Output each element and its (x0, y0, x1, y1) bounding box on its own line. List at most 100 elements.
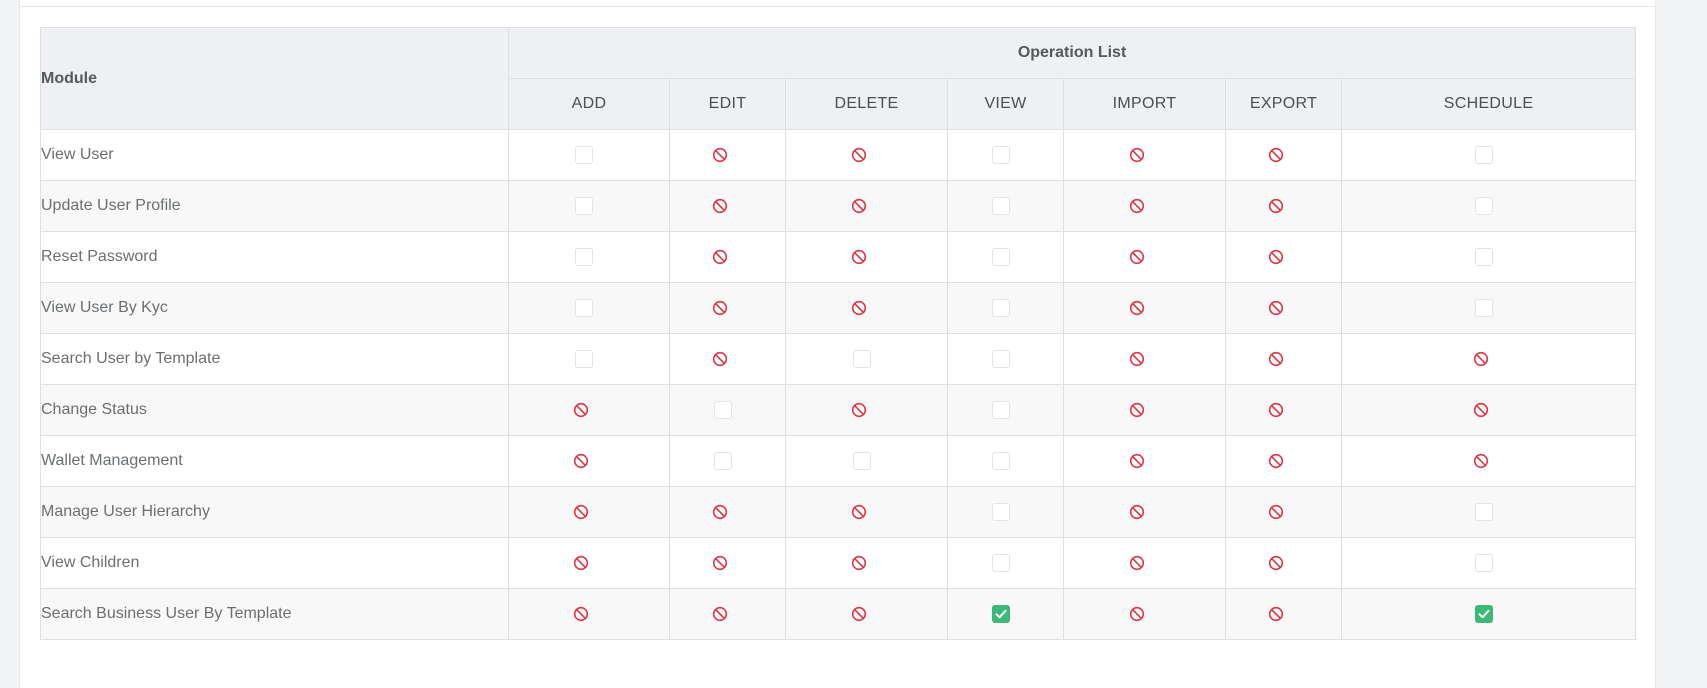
table-row: Search User by Template (40, 333, 1637, 385)
permission-checkbox-checked[interactable] (1474, 604, 1493, 623)
ban-icon (1473, 453, 1495, 469)
permission-checkbox[interactable] (991, 247, 1010, 266)
permission-checkbox[interactable] (991, 400, 1010, 419)
permission-checkbox[interactable] (852, 451, 871, 470)
checkbox-wrapper (990, 349, 1012, 368)
permissions-table: Module Operation List ADD EDIT DELETE VIEW I… (40, 27, 1637, 640)
permission-cell-import (1063, 282, 1226, 334)
checkbox-wrapper (990, 451, 1012, 470)
checkbox-wrapper (573, 196, 595, 215)
checkbox-wrapper (1473, 247, 1495, 266)
permission-cell-edit (669, 537, 786, 589)
permission-checkbox[interactable] (575, 196, 593, 215)
checkbox-wrapper (712, 451, 734, 470)
module-name: View Children (40, 537, 509, 589)
permission-cell-schedule (1340, 129, 1637, 181)
permission-cell-export (1225, 333, 1342, 385)
ban-icon (573, 402, 595, 418)
permission-checkbox[interactable] (1474, 553, 1493, 572)
ban-icon (1268, 351, 1290, 367)
ban-icon (1129, 249, 1151, 265)
permission-cell-add (508, 588, 670, 640)
operation-header-label: SCHEDULE (1443, 95, 1534, 112)
ban-icon (1129, 147, 1151, 163)
permission-checkbox[interactable] (575, 298, 593, 317)
permission-cell-add (508, 435, 670, 487)
permission-cell-edit (669, 588, 786, 640)
permission-cell-delete (785, 486, 948, 538)
permission-checkbox[interactable] (1474, 502, 1493, 521)
checkbox-wrapper (990, 145, 1012, 164)
permission-checkbox[interactable] (991, 349, 1010, 368)
table-row: Update User Profile (40, 180, 1637, 232)
permissions-body: View User Update User Profile Reset Passwo… (40, 129, 1637, 640)
permission-checkbox[interactable] (1474, 196, 1493, 215)
checkbox-wrapper (712, 400, 734, 419)
permission-checkbox[interactable] (852, 349, 871, 368)
table-row: View User (40, 129, 1637, 181)
table-row: Search Business User By Template (40, 588, 1637, 640)
permission-checkbox[interactable] (991, 196, 1010, 215)
checkbox-wrapper (573, 349, 595, 368)
permission-cell-edit (669, 129, 786, 181)
checkbox-wrapper (990, 400, 1012, 419)
permission-cell-edit (669, 333, 786, 385)
check-icon (1478, 609, 1490, 619)
permission-checkbox[interactable] (575, 145, 593, 164)
operation-header-label: ADD (571, 95, 607, 112)
permission-cell-import (1063, 588, 1226, 640)
operation-header-view: VIEW (947, 78, 1064, 130)
permission-checkbox[interactable] (575, 349, 593, 368)
permission-checkbox[interactable] (991, 502, 1010, 521)
permission-cell-schedule (1340, 231, 1637, 283)
checkbox-wrapper (1473, 196, 1495, 215)
permission-cell-add (508, 537, 670, 589)
ban-icon (851, 198, 873, 214)
permission-cell-view (947, 180, 1064, 232)
permission-checkbox[interactable] (713, 451, 732, 470)
permission-checkbox[interactable] (991, 298, 1010, 317)
permission-cell-export (1225, 282, 1342, 334)
permission-checkbox[interactable] (991, 145, 1010, 164)
permission-cell-export (1225, 486, 1342, 538)
permission-checkbox[interactable] (1474, 247, 1493, 266)
ban-icon (712, 555, 734, 571)
operation-header-delete: DELETE (785, 78, 948, 130)
permission-checkbox[interactable] (991, 451, 1010, 470)
checkbox-wrapper (573, 247, 595, 266)
ban-icon (1268, 402, 1290, 418)
table-row: Reset Password (40, 231, 1637, 283)
ban-icon (712, 198, 734, 214)
ban-icon (712, 300, 734, 316)
permission-cell-edit (669, 384, 786, 436)
ban-icon (573, 453, 595, 469)
permission-cell-edit (669, 435, 786, 487)
operation-list-header: Operation List (507, 27, 1637, 79)
permission-cell-view (947, 384, 1064, 436)
permission-cell-export (1225, 588, 1342, 640)
operation-header-add: ADD (508, 78, 670, 130)
ban-icon (1129, 555, 1151, 571)
module-name: Search Business User By Template (40, 588, 509, 640)
permission-checkbox-checked[interactable] (991, 604, 1010, 623)
permission-cell-import (1063, 486, 1226, 538)
module-name: Reset Password (40, 231, 509, 283)
ban-icon (1473, 402, 1495, 418)
ban-icon (1268, 504, 1290, 520)
permission-checkbox[interactable] (1474, 145, 1493, 164)
permission-cell-edit (669, 282, 786, 334)
module-name: View User By Kyc (40, 282, 509, 334)
ban-icon (712, 351, 734, 367)
card-divider (20, 6, 1655, 7)
permission-checkbox[interactable] (575, 247, 593, 266)
permission-cell-view (947, 231, 1064, 283)
ban-icon (1129, 453, 1151, 469)
permission-checkbox[interactable] (1474, 298, 1493, 317)
ban-icon (851, 249, 873, 265)
permission-cell-import (1063, 129, 1226, 181)
permission-checkbox[interactable] (991, 553, 1010, 572)
permission-checkbox[interactable] (713, 400, 732, 419)
permission-cell-view (947, 129, 1064, 181)
checkbox-wrapper (573, 145, 595, 164)
ban-icon (1129, 504, 1151, 520)
